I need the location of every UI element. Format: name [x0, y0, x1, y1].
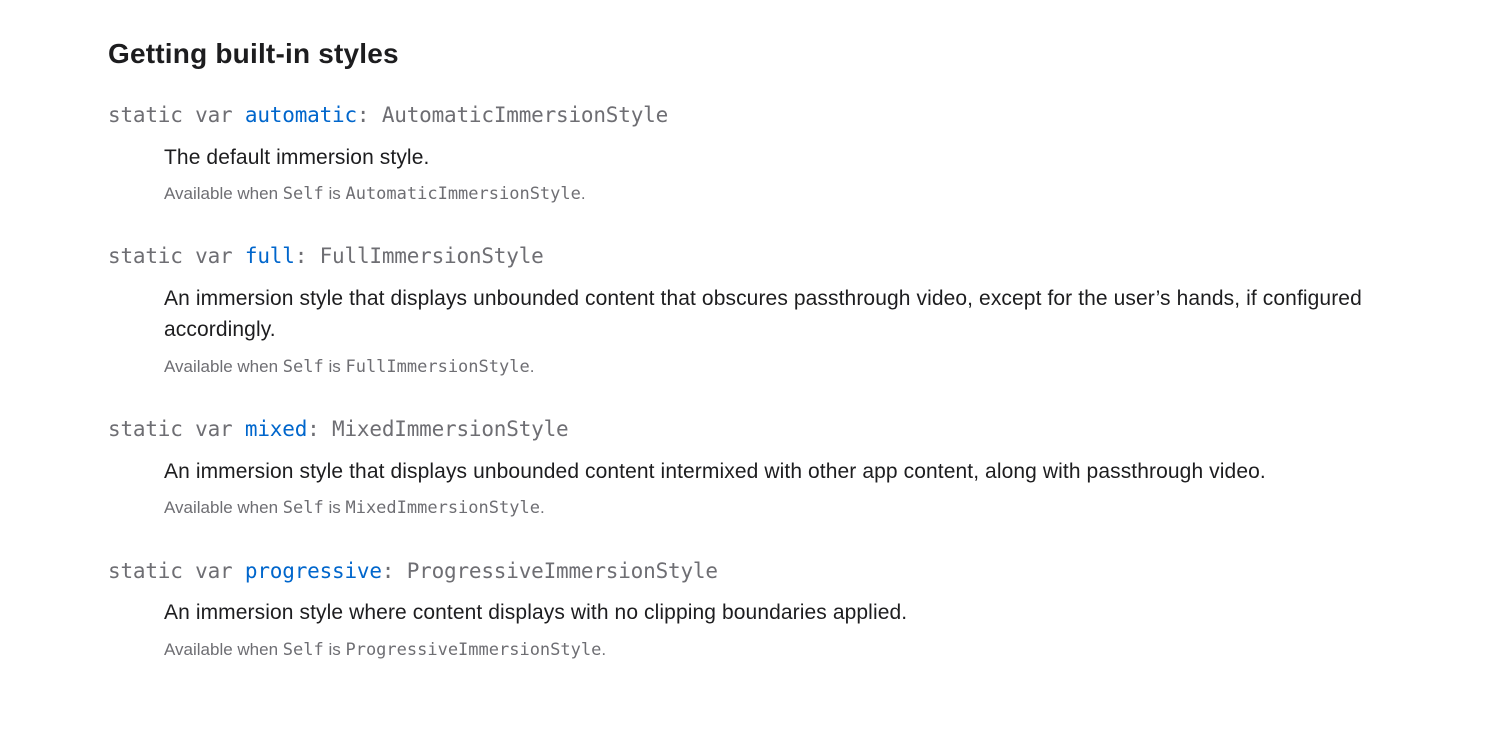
availability-constraint-type: AutomaticImmersionStyle: [345, 184, 580, 204]
keyword-static: static: [108, 559, 183, 583]
symbol-name-link[interactable]: full: [245, 244, 295, 268]
symbol-abstract: The default immersion style.: [164, 142, 1420, 174]
symbol-abstract: An immersion style where content display…: [164, 597, 1420, 629]
symbol-type: AutomaticImmersionStyle: [382, 103, 668, 127]
availability-constraint-type: FullImmersionStyle: [345, 357, 529, 377]
symbol-item: static var automatic: AutomaticImmersion…: [108, 100, 1420, 207]
symbol-abstract: An immersion style that displays unbound…: [164, 283, 1420, 346]
availability-self: Self: [283, 498, 324, 518]
documentation-section: Getting built-in styles static var autom…: [0, 0, 1500, 727]
symbol-availability: Available when Self is FullImmersionStyl…: [164, 354, 1420, 380]
symbol-declaration: static var mixed: MixedImmersionStyle: [108, 414, 1420, 446]
symbol-availability: Available when Self is MixedImmersionSty…: [164, 495, 1420, 521]
availability-self: Self: [283, 357, 324, 377]
symbol-availability: Available when Self is AutomaticImmersio…: [164, 181, 1420, 207]
keyword-static: static: [108, 417, 183, 441]
symbol-availability: Available when Self is ProgressiveImmers…: [164, 637, 1420, 663]
symbol-list: static var automatic: AutomaticImmersion…: [108, 100, 1420, 663]
symbol-name-link[interactable]: progressive: [245, 559, 382, 583]
keyword-static: static: [108, 103, 183, 127]
symbol-type: ProgressiveImmersionStyle: [407, 559, 718, 583]
keyword-var: var: [195, 559, 232, 583]
symbol-abstract: An immersion style that displays unbound…: [164, 456, 1420, 488]
availability-constraint-type: MixedImmersionStyle: [345, 498, 539, 518]
symbol-declaration: static var progressive: ProgressiveImmer…: [108, 556, 1420, 588]
symbol-declaration: static var automatic: AutomaticImmersion…: [108, 100, 1420, 132]
keyword-var: var: [195, 244, 232, 268]
section-heading: Getting built-in styles: [108, 38, 1420, 70]
keyword-static: static: [108, 244, 183, 268]
symbol-item: static var mixed: MixedImmersionStyle An…: [108, 414, 1420, 521]
symbol-item: static var full: FullImmersionStyle An i…: [108, 241, 1420, 380]
availability-constraint-type: ProgressiveImmersionStyle: [345, 640, 601, 660]
keyword-var: var: [195, 103, 232, 127]
symbol-declaration: static var full: FullImmersionStyle: [108, 241, 1420, 273]
keyword-var: var: [195, 417, 232, 441]
availability-self: Self: [283, 184, 324, 204]
symbol-type: FullImmersionStyle: [320, 244, 544, 268]
symbol-name-link[interactable]: mixed: [245, 417, 307, 441]
symbol-item: static var progressive: ProgressiveImmer…: [108, 556, 1420, 663]
symbol-name-link[interactable]: automatic: [245, 103, 357, 127]
availability-self: Self: [283, 640, 324, 660]
symbol-type: MixedImmersionStyle: [332, 417, 568, 441]
